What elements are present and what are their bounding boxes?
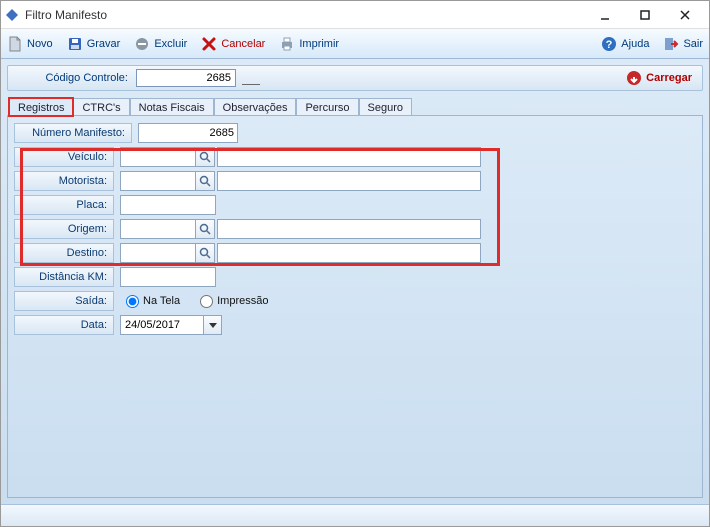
numero-manifesto-input[interactable] xyxy=(138,123,238,143)
minimize-button[interactable] xyxy=(585,2,625,28)
veiculo-lookup-button[interactable] xyxy=(195,147,215,167)
print-icon xyxy=(279,36,295,52)
motorista-lookup-button[interactable] xyxy=(195,171,215,191)
sair-button[interactable]: Sair xyxy=(663,36,703,52)
help-icon: ? xyxy=(601,36,617,52)
tab-ctrcs[interactable]: CTRC's xyxy=(73,98,129,116)
cancelar-label: Cancelar xyxy=(221,38,265,50)
radio-impressao-input[interactable] xyxy=(200,295,213,308)
codigo-controle-bar: Código Controle: Carregar xyxy=(7,65,703,91)
search-icon xyxy=(199,223,211,235)
destino-desc-input[interactable] xyxy=(217,243,481,263)
numero-manifesto-label: Número Manifesto: xyxy=(14,123,132,143)
sair-label: Sair xyxy=(683,38,703,50)
imprimir-label: Imprimir xyxy=(299,38,339,50)
tab-registros[interactable]: Registros xyxy=(9,98,73,116)
underline-decor xyxy=(242,71,260,85)
radio-na-tela-input[interactable] xyxy=(126,295,139,308)
data-field xyxy=(120,315,222,335)
motorista-desc-input[interactable] xyxy=(217,171,481,191)
novo-label: Novo xyxy=(27,38,53,50)
veiculo-code-input[interactable] xyxy=(120,147,196,167)
ajuda-label: Ajuda xyxy=(621,38,649,50)
placa-label: Placa: xyxy=(14,195,114,215)
row-veiculo: Veículo: xyxy=(14,146,696,168)
veiculo-label: Veículo: xyxy=(14,147,114,167)
status-bar xyxy=(1,504,709,526)
origem-desc-input[interactable] xyxy=(217,219,481,239)
codigo-controle-label: Código Controle: xyxy=(18,72,128,84)
radio-impressao-label: Impressão xyxy=(217,295,268,307)
row-destino: Destino: xyxy=(14,242,696,264)
saida-radio-group: Na Tela Impressão xyxy=(126,295,268,308)
gravar-label: Gravar xyxy=(87,38,121,50)
row-numero-manifesto: Número Manifesto: xyxy=(14,122,696,144)
excluir-label: Excluir xyxy=(154,38,187,50)
row-data: Data: xyxy=(14,314,696,336)
title-bar: Filtro Manifesto xyxy=(1,1,709,29)
imprimir-button[interactable]: Imprimir xyxy=(279,36,339,52)
close-window-button[interactable] xyxy=(665,2,705,28)
content-area: Código Controle: Carregar Registros CTRC… xyxy=(1,59,709,504)
origem-label: Origem: xyxy=(14,219,114,239)
row-distancia: Distância KM: xyxy=(14,266,696,288)
placa-input[interactable] xyxy=(120,195,216,215)
exit-icon xyxy=(663,36,679,52)
tab-notas-fiscais[interactable]: Notas Fiscais xyxy=(130,98,214,116)
new-icon xyxy=(7,36,23,52)
origem-lookup-button[interactable] xyxy=(195,219,215,239)
saida-label: Saída: xyxy=(14,291,114,311)
app-icon xyxy=(5,8,19,22)
delete-icon xyxy=(134,36,150,52)
row-motorista: Motorista: xyxy=(14,170,696,192)
distancia-label: Distância KM: xyxy=(14,267,114,287)
radio-na-tela-label: Na Tela xyxy=(143,295,180,307)
veiculo-desc-input[interactable] xyxy=(217,147,481,167)
destino-lookup-button[interactable] xyxy=(195,243,215,263)
row-origem: Origem: xyxy=(14,218,696,240)
carregar-label: Carregar xyxy=(646,72,692,84)
main-toolbar: Novo Gravar Excluir Cancelar Imprimir xyxy=(1,29,709,59)
row-saida: Saída: Na Tela Impressão xyxy=(14,290,696,312)
load-icon xyxy=(626,70,642,86)
motorista-label: Motorista: xyxy=(14,171,114,191)
data-input[interactable] xyxy=(120,315,204,335)
search-icon xyxy=(199,247,211,259)
tab-panel-registros: Número Manifesto: Veículo: Motorista: xyxy=(7,115,703,498)
tab-observacoes[interactable]: Observações xyxy=(214,98,297,116)
carregar-button[interactable]: Carregar xyxy=(626,70,692,86)
novo-button[interactable]: Novo xyxy=(7,36,53,52)
search-icon xyxy=(199,175,211,187)
destino-label: Destino: xyxy=(14,243,114,263)
distancia-input[interactable] xyxy=(120,267,216,287)
destino-code-input[interactable] xyxy=(120,243,196,263)
cancelar-button[interactable]: Cancelar xyxy=(201,36,265,52)
gravar-button[interactable]: Gravar xyxy=(67,36,121,52)
maximize-button[interactable] xyxy=(625,2,665,28)
tab-strip: Registros CTRC's Notas Fiscais Observaçõ… xyxy=(7,97,703,115)
origem-code-input[interactable] xyxy=(120,219,196,239)
chevron-down-icon xyxy=(209,321,217,329)
radio-na-tela[interactable]: Na Tela xyxy=(126,295,180,308)
svg-text:?: ? xyxy=(606,39,613,51)
data-label: Data: xyxy=(14,315,114,335)
motorista-code-input[interactable] xyxy=(120,171,196,191)
search-icon xyxy=(199,151,211,163)
data-dropdown-button[interactable] xyxy=(204,315,222,335)
radio-impressao[interactable]: Impressão xyxy=(200,295,268,308)
excluir-button[interactable]: Excluir xyxy=(134,36,187,52)
tab-percurso[interactable]: Percurso xyxy=(296,98,358,116)
cancel-icon xyxy=(201,36,217,52)
save-icon xyxy=(67,36,83,52)
app-window: Filtro Manifesto Novo Gravar xyxy=(0,0,710,527)
window-title: Filtro Manifesto xyxy=(25,8,585,22)
ajuda-button[interactable]: ? Ajuda xyxy=(601,36,649,52)
row-placa: Placa: xyxy=(14,194,696,216)
tab-seguro[interactable]: Seguro xyxy=(359,98,412,116)
codigo-controle-input[interactable] xyxy=(136,69,236,87)
